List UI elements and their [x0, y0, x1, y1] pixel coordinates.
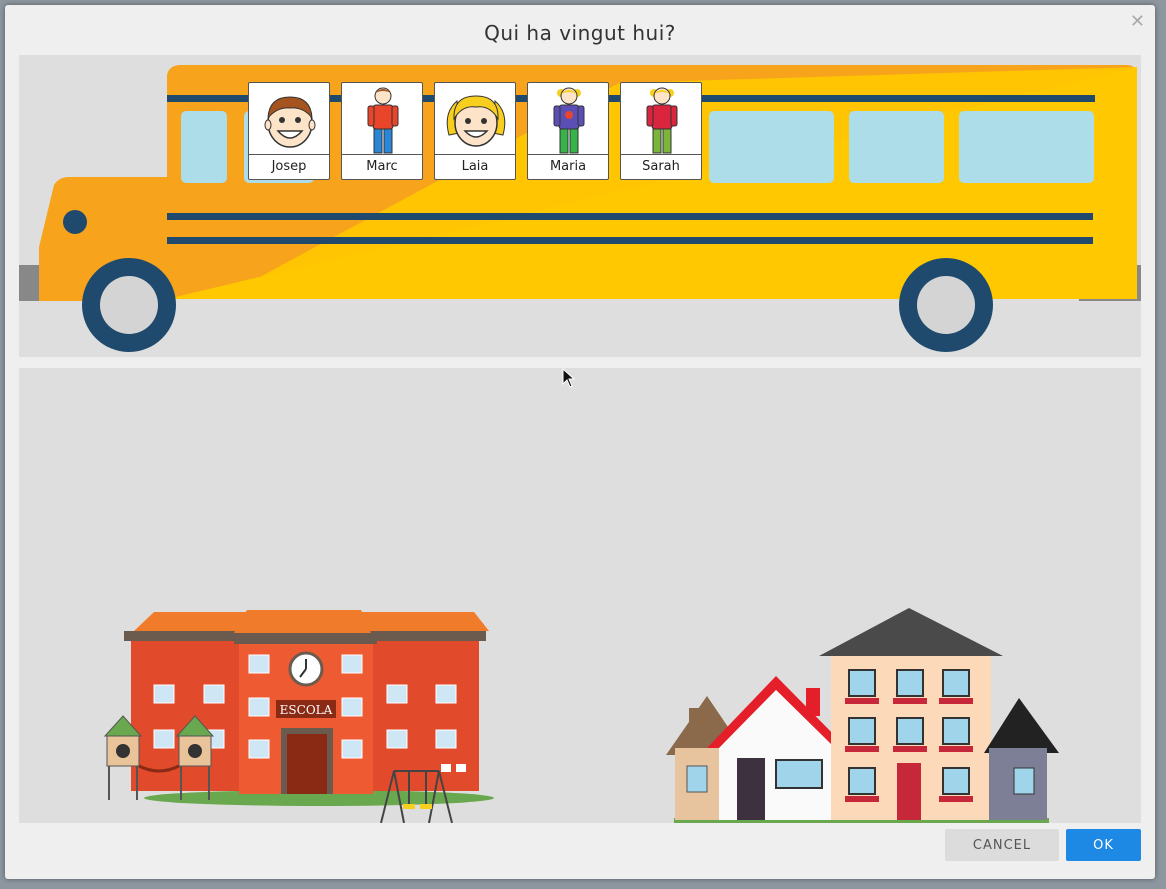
- girl-figure-icon: [646, 87, 678, 154]
- card-label: Marc: [342, 154, 422, 179]
- card-laia[interactable]: Laia: [434, 82, 516, 180]
- destinations-illustration: ESCOLA: [103, 608, 1059, 823]
- girl-figure-icon: [553, 87, 585, 154]
- boy-face-icon: [264, 96, 316, 148]
- cancel-button[interactable]: CANCEL: [945, 829, 1059, 861]
- card-label: Maria: [528, 154, 608, 179]
- card-label: Laia: [435, 154, 515, 179]
- card-maria[interactable]: Maria: [527, 82, 609, 180]
- card-josep[interactable]: Josep: [248, 82, 330, 180]
- bus-drop-zone[interactable]: Josep Marc Laia Maria Sarah: [19, 55, 1141, 357]
- card-marc[interactable]: Marc: [341, 82, 423, 180]
- dialog: Qui ha vingut hui? ✕ Josep Marc Laia Mar…: [5, 5, 1155, 879]
- mouse-cursor-icon: [562, 368, 576, 388]
- school-sign: ESCOLA: [280, 703, 333, 717]
- card-sarah[interactable]: Sarah: [620, 82, 702, 180]
- boy-figure-icon: [367, 87, 399, 154]
- card-label: Sarah: [621, 154, 701, 179]
- card-label: Josep: [249, 154, 329, 179]
- ok-button[interactable]: OK: [1066, 829, 1141, 861]
- girl-face-icon: [446, 95, 506, 147]
- destination-drop-zone[interactable]: ESCOLA: [19, 368, 1141, 823]
- school-illustration: ESCOLA: [103, 610, 494, 823]
- home-illustration: [666, 608, 1059, 823]
- dialog-title: Qui ha vingut hui?: [484, 21, 676, 45]
- close-icon[interactable]: ✕: [1130, 11, 1145, 32]
